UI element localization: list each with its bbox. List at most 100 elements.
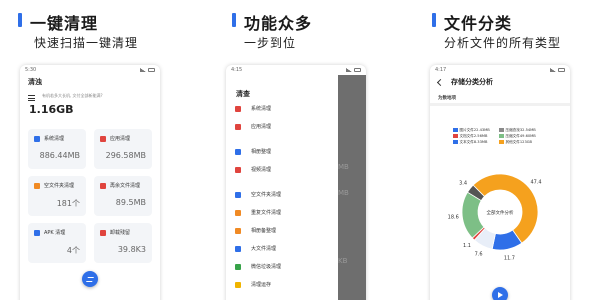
scrim-value: MB [338,163,349,171]
trash-icon [100,230,106,236]
legend-swatch [499,128,504,132]
card-label: 卸载残留 [110,230,131,236]
status-time: 5:30 [25,67,37,73]
drawer-item-label: 微信垃圾清理 [251,264,282,270]
file-icon [235,246,241,252]
signal-icon [550,68,556,72]
copy-icon [235,210,241,216]
app-bar: 存储分类分析 [430,75,570,89]
back-arrow-icon[interactable] [436,78,445,86]
drawer-item-system-clean[interactable]: 系统清理 [235,104,335,114]
total-size: 1.16GB [29,103,74,116]
folder-icon [34,183,40,189]
drawer-item-label: 应用清理 [251,124,272,130]
card-value: 296.58MB [105,151,146,160]
drawer-item-memory[interactable]: 清理运存 [235,280,335,290]
card-system-clean[interactable]: 系统清理 886.44MB [28,129,86,169]
system-icon [34,136,40,142]
play-button[interactable] [492,287,508,300]
card-value: 39.8K3 [117,245,146,254]
hint-text: 有机若多大长机, 文付全部新能满? [42,93,103,98]
drawer-title: 清查 [236,90,250,98]
legend-item: 文本文件8.33MB [453,140,487,145]
drawer-item-label: 空文件夹清理 [251,192,282,198]
legend-swatch [453,128,458,132]
card-value: 886.44MB [39,151,80,160]
legend-swatch [453,140,458,144]
status-bar: 5:30 [20,65,160,75]
drawer-item-video[interactable]: 视频清理 [235,165,335,175]
phone-drawer-screen: 4:15 清查 系统清理 应用清理 相册整理 视频清理 空文件夹清理 重复文件清… [226,65,366,300]
drawer-item-empty-folder[interactable]: 空文件夹清理 [235,190,335,200]
phone-cleanup-screen: 5:30 清浊 有机若多大长机, 文付全部新能满? 1.16GB 系统清理 88… [20,65,160,300]
slice-label: 11.7 [504,256,515,262]
scrim-value: MB [338,189,349,197]
drawer-item-label: 相册整理 [251,149,272,155]
slice-label: 1.1 [463,243,471,249]
promo-subtitle: 快速扫描一键清理 [34,36,139,50]
drawer-item-app-clean[interactable]: 应用清理 [235,122,335,132]
drawer-item-album[interactable]: 相册整理 [235,147,335,157]
drawer-item-label: 大文件清理 [251,246,277,252]
signal-icon [346,68,352,72]
section-label: 为数地项 [438,96,456,101]
legend-item: 压缩文件49.60MB [499,134,536,139]
drawer-item-photo-organize[interactable]: 相册备整理 [235,226,335,236]
card-app-clean[interactable]: 应用清理 296.58MB [94,129,152,169]
screenshot-stage: 一键清理 快速扫描一键清理 功能众多 一步到位 文件分类 分析文件的所有类型 5… [0,0,600,300]
file-icon [100,183,106,189]
promo-subtitle: 一步到位 [244,36,297,50]
battery-icon [354,68,361,72]
slice-label: 47.4 [530,179,541,185]
legend-swatch [499,140,504,144]
promo-title: 一键清理 [30,14,99,33]
battery-icon [558,68,565,72]
video-icon [235,167,241,173]
drawer-item-label: 视频清理 [251,167,272,173]
app-icon [100,136,106,142]
chart-center-label: 全部文件分析 [487,209,514,216]
clean-fab-button[interactable] [82,271,98,287]
legend-item: 文档文件2.56MB [453,134,487,139]
page-title: 存储分类分析 [451,78,493,86]
image-icon [235,149,241,155]
status-bar: 4:15 [226,65,366,75]
drawer-item-label: 相册备整理 [251,228,277,234]
drawer-item-large-file[interactable]: 大文件清理 [235,244,335,254]
card-value: 89.5MB [115,198,146,207]
divider [430,103,570,106]
legend-item: 图片文件22.43MB [453,128,490,133]
drawer-item-label: 系统清理 [251,106,272,112]
card-label: APK 清理 [44,230,66,236]
status-time: 4:15 [231,67,243,73]
status-bar: 4:17 [430,65,570,75]
card-residual-clean[interactable]: 再余文件清理 89.5MB [94,176,152,216]
drawer-item-wechat[interactable]: 微信垃圾清理 [235,262,335,272]
phone-storage-analysis-screen: 4:17 存储分类分析 为数地项 图片文件22.43MB 压缩查找32.54MB… [430,65,570,300]
lightning-icon [235,282,241,288]
android-icon [34,230,40,236]
card-empty-folder-clean[interactable]: 空文件夹清理 181个 [28,176,86,216]
promo-subtitle: 分析文件的所有类型 [444,36,562,50]
drawer-scrim[interactable]: MB MB KB [338,75,366,300]
card-apk-clean[interactable]: APK 清理 4个 [28,223,86,263]
broom-icon [235,106,241,112]
grid-icon [235,124,241,130]
status-time: 4:17 [435,67,447,73]
promo-title: 功能众多 [244,14,313,33]
card-uninstall-residue[interactable]: 卸载残留 39.8K3 [94,223,152,263]
navigation-drawer: 清查 系统清理 应用清理 相册整理 视频清理 空文件夹清理 重复文件清理 相册备… [226,75,338,300]
page-title: 清浊 [28,78,42,86]
legend-item: 其他文件123GB [499,140,532,145]
menu-icon[interactable] [28,95,35,101]
accent-bar [232,13,236,27]
photo-icon [235,228,241,234]
folder-icon [235,192,241,198]
slice-label: 7.6 [475,251,483,257]
legend-swatch [499,134,504,138]
slice-label: 3.4 [459,180,467,186]
accent-bar [432,13,436,27]
card-label: 空文件夹清理 [44,183,75,189]
promo-title: 文件分类 [444,14,513,33]
drawer-item-duplicate[interactable]: 重复文件清理 [235,208,335,218]
